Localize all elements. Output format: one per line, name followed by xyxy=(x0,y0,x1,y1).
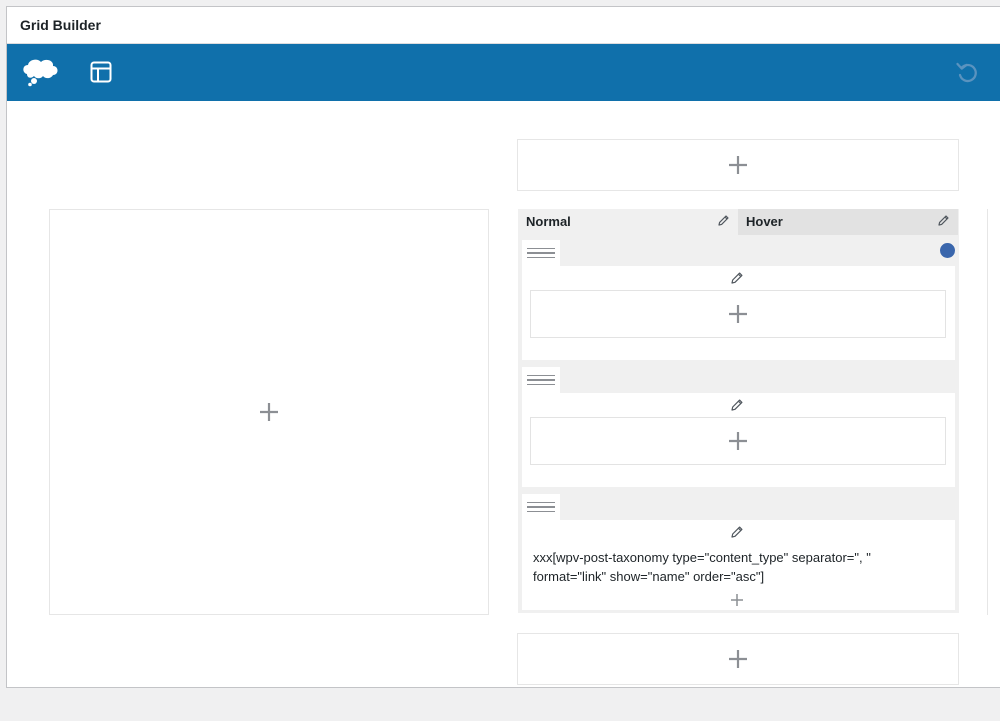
add-element-button[interactable] xyxy=(727,590,747,610)
title-bar: Grid Builder xyxy=(7,7,1000,44)
plus-icon xyxy=(731,594,743,606)
pencil-icon[interactable] xyxy=(730,271,744,290)
plus-icon xyxy=(729,305,747,323)
tab-normal-label: Normal xyxy=(526,214,571,229)
plus-icon xyxy=(729,432,747,450)
pencil-icon[interactable] xyxy=(937,214,950,230)
pencil-icon[interactable] xyxy=(730,525,744,544)
layout-icon[interactable] xyxy=(88,59,114,85)
drag-handle-icon[interactable] xyxy=(522,240,560,266)
add-row-top-button[interactable] xyxy=(517,139,959,191)
tab-hover-label: Hover xyxy=(746,214,783,229)
undo-icon[interactable] xyxy=(954,59,980,85)
row-header xyxy=(522,240,955,266)
drag-handle-icon[interactable] xyxy=(522,367,560,393)
row-body xyxy=(522,266,955,360)
cell-row: xxx[wpv-post-taxonomy type="content_type… xyxy=(522,494,955,610)
grid-builder-window: Grid Builder Normal Hover xxx[wpv-post-t… xyxy=(6,6,1000,688)
row-body: xxx[wpv-post-taxonomy type="content_type… xyxy=(522,520,955,610)
plus-icon xyxy=(260,403,278,421)
tab-hover[interactable]: Hover xyxy=(738,209,958,235)
row-header xyxy=(522,494,955,520)
tab-normal[interactable]: Normal xyxy=(518,209,738,235)
status-dot xyxy=(940,243,955,258)
add-element-button[interactable] xyxy=(530,417,946,465)
drag-handle-icon[interactable] xyxy=(522,494,560,520)
grid-canvas: Normal Hover xxx[wpv-post-taxonomy type=… xyxy=(7,101,1000,687)
toolbar xyxy=(7,44,1000,101)
add-row-bottom-button[interactable] xyxy=(517,633,959,685)
add-cell-left-button[interactable] xyxy=(49,209,489,615)
cell-editor-panel: Normal Hover xxx[wpv-post-taxonomy type=… xyxy=(518,209,959,613)
toolset-logo-icon[interactable] xyxy=(20,56,60,88)
plus-icon xyxy=(729,156,747,174)
cell-row xyxy=(522,367,955,487)
pencil-icon[interactable] xyxy=(730,398,744,417)
shortcode-text[interactable]: xxx[wpv-post-taxonomy type="content_type… xyxy=(533,548,943,586)
adjacent-cell-edge xyxy=(987,209,988,615)
pencil-icon[interactable] xyxy=(717,214,730,230)
cell-row xyxy=(522,240,955,360)
plus-icon xyxy=(729,650,747,668)
row-body xyxy=(522,393,955,487)
row-header xyxy=(522,367,955,393)
window-title: Grid Builder xyxy=(20,17,101,33)
add-element-button[interactable] xyxy=(530,290,946,338)
